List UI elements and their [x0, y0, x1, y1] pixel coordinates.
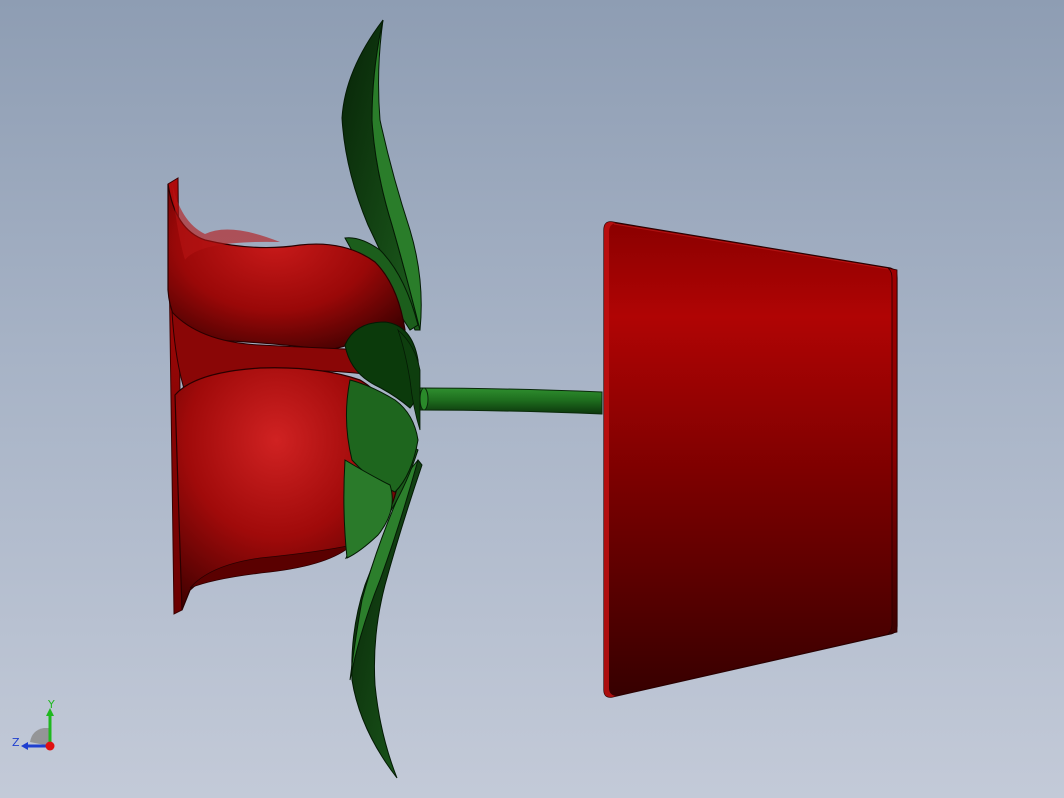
z-axis-label: Z [12, 736, 20, 749]
pot[interactable] [603, 221, 898, 698]
stem[interactable] [419, 387, 603, 415]
z-arrow-icon [21, 742, 28, 750]
calyx[interactable] [343, 321, 421, 559]
model-view[interactable] [0, 0, 1064, 798]
y-axis-label: Y [47, 700, 55, 711]
view-triad[interactable]: Y Z [8, 700, 68, 760]
graphics-viewport[interactable]: Y Z [0, 0, 1064, 798]
x-axis-dot-icon [45, 741, 55, 751]
pot-body[interactable] [603, 221, 898, 698]
